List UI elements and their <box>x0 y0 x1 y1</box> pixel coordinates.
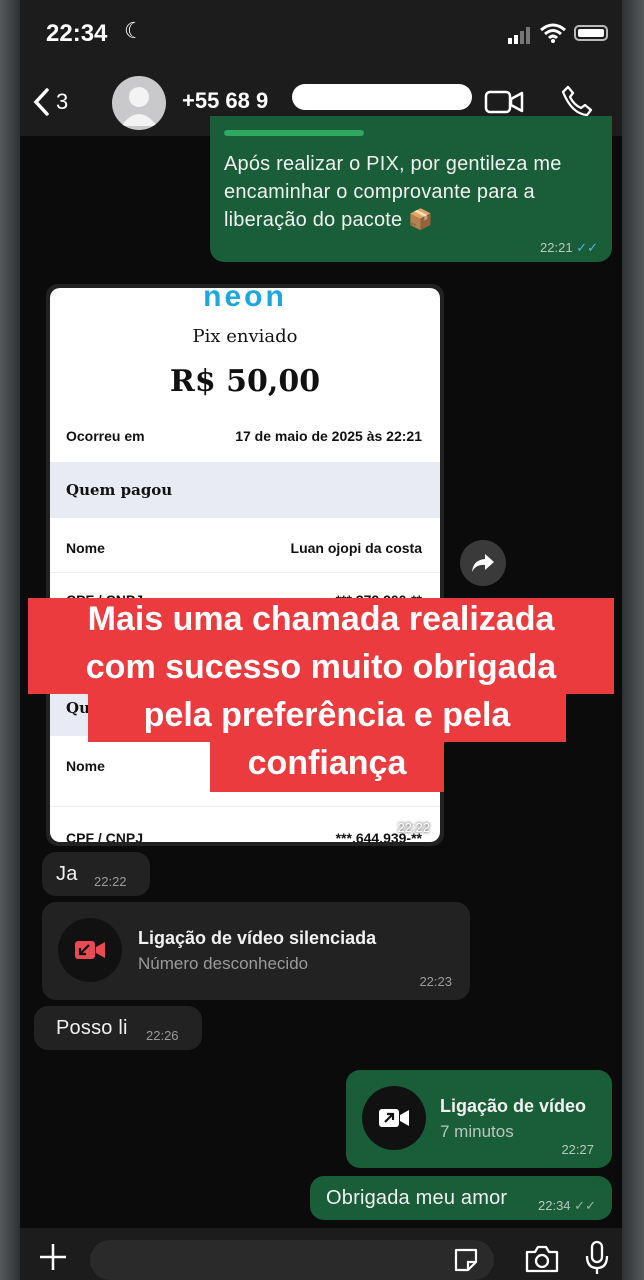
call-title: Ligação de vídeo <box>440 1096 587 1116</box>
link-preview-strip <box>224 130 364 136</box>
plus-icon[interactable] <box>38 1242 68 1272</box>
contact-name[interactable]: +55 68 9 <box>182 88 268 114</box>
sent-ticks-icon: ✓✓ <box>574 1198 596 1213</box>
avatar[interactable] <box>112 76 166 130</box>
status-time: 22:34 <box>46 20 108 47</box>
call-subtitle: Número desconhecido <box>138 954 309 973</box>
share-arrow-icon <box>472 554 494 572</box>
phone-screen: 22:34 ☾ 3 +55 68 9 Após realizar o PIX, … <box>20 0 622 1280</box>
message-time: 22:27 <box>561 1142 594 1157</box>
message-text: Obrigada meu amor <box>326 1187 508 1209</box>
phone-edge-right <box>622 0 644 1280</box>
message-bubble[interactable]: Após realizar o PIX, por gentileza me en… <box>210 116 612 262</box>
divider <box>50 572 440 573</box>
caption-line: com sucesso muito obrigada <box>28 646 614 694</box>
receipt-row: Nome Luan ojopi da costa <box>66 540 422 556</box>
battery-icon <box>574 25 608 41</box>
image-time: 22:22 <box>397 820 430 835</box>
forward-button[interactable] <box>460 540 506 586</box>
message-time: 22:22 <box>94 874 127 889</box>
video-call-icon[interactable] <box>484 88 524 116</box>
microphone-icon[interactable] <box>584 1240 610 1276</box>
caption-line: pela preferência e pela <box>88 694 566 742</box>
caption-line: Mais uma chamada realizada <box>28 598 614 646</box>
message-bubble[interactable]: Obrigada meu amor 22:34 ✓✓ <box>310 1176 612 1220</box>
caption-line: confiança <box>210 742 444 792</box>
call-bubble[interactable]: Ligação de vídeo silenciada Número desco… <box>42 902 470 1000</box>
missed-video-call-icon <box>58 918 122 982</box>
receipt-title: Pix enviado <box>192 326 298 347</box>
back-count: 3 <box>56 89 69 114</box>
receipt-amount: R$ 50,00 <box>169 364 321 399</box>
sticker-icon[interactable] <box>452 1246 480 1274</box>
back-button[interactable]: 3 <box>32 82 92 122</box>
receipt-section: Quem pagou <box>50 462 440 518</box>
moon-icon: ☾ <box>124 18 144 43</box>
phone-edge-left <box>0 0 20 1280</box>
message-time: 22:23 <box>419 974 452 989</box>
phone-icon[interactable] <box>560 84 594 118</box>
message-time: 22:34 ✓✓ <box>538 1198 596 1213</box>
message-time: 22:26 <box>146 1028 179 1043</box>
receipt-row: CPF / CNPJ ***.644.939-** <box>66 830 422 842</box>
message-bubble[interactable]: Ja 22:22 <box>42 852 150 896</box>
call-title: Ligação de vídeo silenciada <box>138 928 377 948</box>
message-input[interactable] <box>90 1240 494 1280</box>
call-subtitle: 7 minutos <box>440 1122 514 1141</box>
wifi-icon <box>540 23 566 43</box>
receipt-row: Ocorreu em 17 de maio de 2025 às 22:21 <box>66 428 422 444</box>
message-time: 22:21 ✓✓ <box>540 240 598 255</box>
signal-icon <box>508 26 530 44</box>
message-text: Posso li <box>56 1017 128 1039</box>
camera-icon[interactable] <box>524 1244 560 1274</box>
neon-logo: neon <box>203 288 287 313</box>
composer-bar <box>20 1228 622 1280</box>
redaction-mark <box>292 84 472 110</box>
call-bubble[interactable]: Ligação de vídeo 7 minutos 22:27 <box>346 1070 612 1168</box>
person-icon <box>121 87 157 126</box>
message-text: Após realizar o PIX, por gentileza me en… <box>224 153 562 231</box>
outgoing-video-call-icon <box>362 1086 426 1150</box>
divider <box>50 806 440 807</box>
message-text: Ja <box>56 863 78 885</box>
read-ticks-icon: ✓✓ <box>576 240 598 255</box>
message-bubble[interactable]: Posso li 22:26 <box>34 1006 202 1050</box>
status-bar: 22:34 ☾ <box>20 0 622 70</box>
chevron-left-icon <box>33 88 49 116</box>
